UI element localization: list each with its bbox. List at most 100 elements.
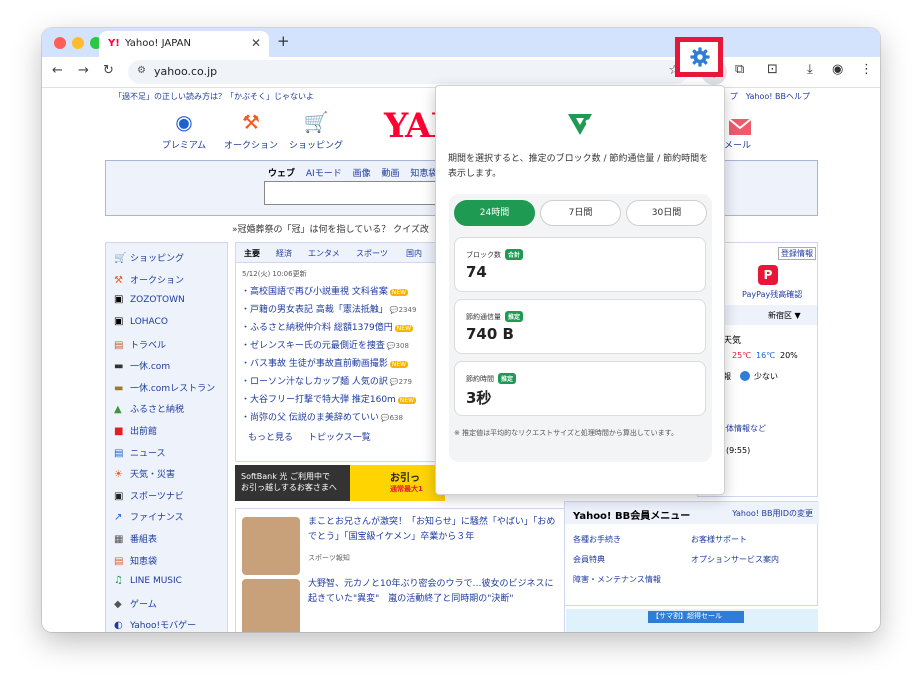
sidebar-item-tv[interactable]: ▦ 番組表	[114, 532, 157, 545]
period-30d-button[interactable]: 30日間	[626, 200, 707, 226]
stat-label: 節約通信量	[466, 313, 501, 321]
story-headline[interactable]: 大野智、元カノと10年ぶり密会のウラで…彼女のビジネスに起きていた"異変" 嵐の…	[308, 577, 558, 607]
news-more-link[interactable]: もっと見る	[248, 430, 293, 443]
bb-id-change-link[interactable]: Yahoo! BB用IDの変更	[732, 508, 813, 519]
sidebar-item-lohaco[interactable]: ▣ LOHACO	[114, 316, 168, 327]
news-item[interactable]: ・尚弥の父 伝説のま美辞めていい 💬638	[241, 410, 403, 423]
comment-count: 💬2349	[389, 306, 417, 314]
sidebar-item-furusato[interactable]: ▲ ふるさと納税	[114, 402, 184, 415]
new-tab-button[interactable]: +	[277, 32, 290, 50]
news-item[interactable]: ・大谷フリー打撃で特大弾 推定160m NEW	[241, 392, 417, 405]
trend-quiz-link[interactable]: »冠婚葬祭の「冠」は何を指している？ クイズ改	[232, 222, 429, 235]
news-tab-economy[interactable]: 経済	[276, 248, 292, 259]
news-tab-sports[interactable]: スポーツ	[356, 248, 388, 259]
new-badge: NEW	[394, 325, 414, 332]
bb-link[interactable]: 各種お手続き	[573, 534, 621, 545]
sidebar-item-game[interactable]: ◆ ゲーム	[114, 597, 157, 610]
news-item[interactable]: ・ふるさと納税仲介料 総額1379億円 NEW	[241, 320, 414, 333]
story-photo[interactable]	[242, 579, 300, 632]
comment-count: 💬308	[386, 342, 409, 350]
search-tab-chiebukuro[interactable]: 知恵袋	[410, 169, 437, 179]
register-info-button[interactable]: 登録情報	[778, 247, 816, 260]
sidebar-item-sportsnavi[interactable]: ▣ スポーツナビ	[114, 489, 184, 502]
download-icon[interactable]: ⤓	[807, 62, 813, 77]
bb-link[interactable]: 会員特典	[573, 554, 605, 565]
minimize-window-button[interactable]	[72, 37, 84, 49]
news-item[interactable]: ・ローソン汁なしカップ麺 人気の訳 💬279	[241, 374, 412, 387]
sidebar-item-mobage[interactable]: ◐ Yahoo!モバゲー	[114, 618, 196, 631]
service-sidebar: 🛒 ショッピング ⚒ オークション ▣ ZOZOTOWN ▣ LOHACO ▤ トラベル …	[105, 242, 228, 632]
sidebar-item-zozotown[interactable]: ▣ ZOZOTOWN	[114, 294, 185, 305]
extensions-puzzle-icon[interactable]: ⧉	[735, 62, 744, 77]
news-panel: 主要 経済 エンタメ スポーツ 国内 5/12(火) 10:06更新 ・高校国語…	[235, 242, 446, 462]
forward-button[interactable]: →	[78, 63, 89, 78]
profile-icon[interactable]: ◉	[832, 62, 843, 77]
local-info-link[interactable]: 治体情報など	[718, 423, 766, 434]
sidebar-item-auction[interactable]: ⚒ オークション	[114, 273, 184, 286]
search-tab-video[interactable]: 動画	[381, 169, 399, 179]
sidebar-item-ikyu[interactable]: ▬ 一休.com	[114, 359, 170, 372]
softbank-banner[interactable]: SoftBank 光 ご利用中で お引っ越しするお客さまへ お引っ 通常最大1	[235, 465, 445, 501]
sidebar-item-weather[interactable]: ☀ 天気・災害	[114, 467, 175, 480]
premium-label: プレミアム	[161, 141, 207, 151]
period-7d-button[interactable]: 7日間	[540, 200, 621, 226]
sidebar-item-news[interactable]: ▤ ニュース	[114, 446, 166, 459]
travel-ad-banner[interactable]: 【サマ割】超得セール	[566, 609, 818, 632]
mail-label: メール	[724, 141, 752, 151]
rain-chance: 20%	[780, 351, 798, 360]
news-item[interactable]: ・高校国語で再び小説重視 文科省案 NEW	[241, 284, 409, 297]
tab-yahoo[interactable]: Y! Yahoo! JAPAN ✕	[99, 31, 269, 57]
period-24h-button[interactable]: 24時間	[454, 200, 535, 226]
news-item[interactable]: ・ゼレンスキー氏の元最側近を捜査 💬308	[241, 338, 409, 351]
search-tab-image[interactable]: 画像	[353, 169, 371, 179]
weather-time: (9:55)	[726, 446, 751, 455]
story-photo[interactable]	[242, 517, 300, 575]
shopping-link[interactable]: 🛒 ショッピング	[286, 110, 346, 151]
premium-link[interactable]: ◉ プレミアム	[154, 110, 214, 151]
sidebar-item-line-music[interactable]: ♫ LINE MUSIC	[114, 575, 182, 586]
tab-close-icon[interactable]: ✕	[251, 36, 261, 50]
paypay-balance-link[interactable]: PayPay残高確認	[742, 289, 802, 300]
feature-stories: まことお兄さんが激突！「お知らせ」に騒然「やばい」「おめでとう」「国宝級イケメン…	[235, 508, 565, 632]
stat-value: 740 B	[466, 325, 514, 343]
sidebar-item-demaekan[interactable]: ■ 出前館	[114, 424, 157, 437]
site-info-icon[interactable]: ⚙	[137, 65, 146, 76]
comment-count: 💬638	[380, 414, 403, 422]
close-window-button[interactable]	[54, 37, 66, 49]
news-tab-main[interactable]: 主要	[244, 248, 260, 259]
news-item[interactable]: ・戸籍の男女表記 高裁「憲法抵触」 💬2349	[241, 302, 416, 315]
bb-link[interactable]: オプションサービス案内	[691, 554, 779, 565]
popup-description: 期間を選択すると、推定のブロック数 / 節約通信量 / 節約時間を表示します。	[448, 154, 709, 179]
bb-menu-header: Yahoo! BB会員メニュー Yahoo! BB用IDの変更	[565, 502, 819, 524]
sidebar-item-finance[interactable]: ↗ ファイナンス	[114, 510, 184, 523]
news-item[interactable]: ・バス事故 生徒が事故直前動画撮影 NEW	[241, 356, 409, 369]
reload-button[interactable]: ↻	[103, 63, 114, 78]
bb-link[interactable]: 障害・メンテナンス情報	[573, 574, 661, 585]
search-input[interactable]	[264, 181, 444, 205]
menu-icon[interactable]: ⋮	[860, 62, 873, 77]
auction-link[interactable]: ⚒ オークション	[221, 110, 281, 151]
notice-link[interactable]: 「過不足」の正しい読み方は？「かぶそく」じゃないよ	[114, 91, 314, 102]
news-tab-entertainment[interactable]: エンタメ	[308, 248, 340, 259]
extension-logo-icon	[568, 114, 592, 135]
area-selector[interactable]: 新宿区 ▼	[768, 310, 801, 321]
news-tab-domestic[interactable]: 国内	[406, 248, 422, 259]
stat-value: 74	[466, 263, 487, 281]
back-button[interactable]: ←	[52, 63, 63, 78]
news-topics-link[interactable]: トピックス一覧	[308, 430, 371, 443]
yahoo-favicon-icon: Y!	[108, 38, 120, 49]
search-tab-web[interactable]: ウェブ	[268, 169, 295, 179]
tab-search-icon[interactable]: ⊡	[767, 62, 778, 77]
story-headline[interactable]: まことお兄さんが激突！「お知らせ」に騒然「やばい」「おめでとう」「国宝級イケメン…	[308, 515, 558, 545]
news-updated-time: 5/12(火) 10:06更新	[242, 270, 307, 278]
auction-hammer-icon: ⚒	[242, 110, 260, 134]
sidebar-item-ikyu-restaurant[interactable]: ▬ 一休.comレストラン	[114, 381, 215, 394]
help-links[interactable]: プ Yahoo! BBヘルプ	[730, 91, 810, 102]
sidebar-item-travel[interactable]: ▤ トラベル	[114, 338, 166, 351]
settings-gear-icon[interactable]	[689, 46, 711, 68]
bb-link[interactable]: お客様サポート	[691, 534, 747, 545]
address-bar[interactable]: ⚙ yahoo.co.jp ☆	[128, 60, 688, 84]
sidebar-item-chiebukuro[interactable]: ▤ 知恵袋	[114, 554, 157, 567]
search-tab-ai[interactable]: AIモード	[306, 169, 342, 179]
sidebar-item-shopping[interactable]: 🛒 ショッピング	[114, 251, 184, 264]
